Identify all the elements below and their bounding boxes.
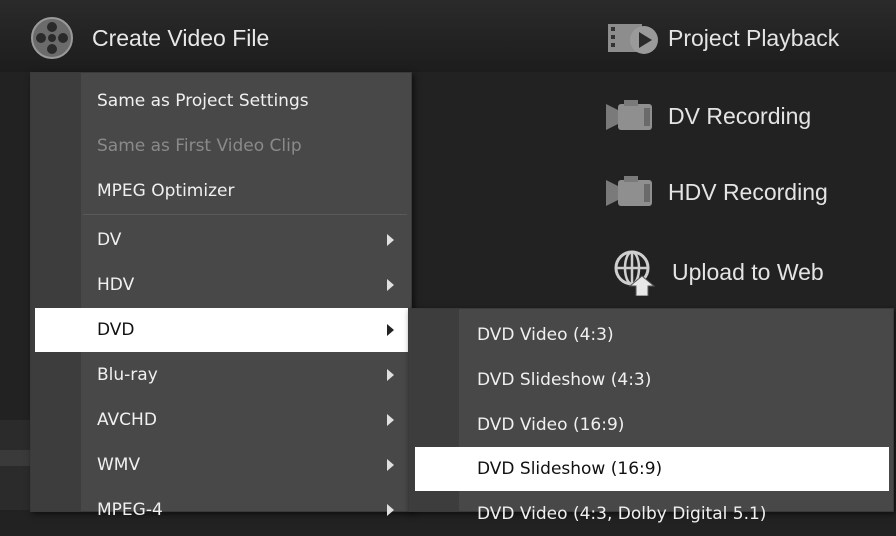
create-video-file-label: Create Video File (92, 24, 270, 51)
upload-to-web-label: Upload to Web (672, 258, 824, 285)
menu-item-label: WMV (97, 455, 141, 475)
submenu-item-dvd-video-4-3[interactable]: DVD Video (4:3) (409, 313, 893, 357)
submenu-item-dvd-slideshow-4-3[interactable]: DVD Slideshow (4:3) (409, 358, 893, 402)
playback-icon (608, 24, 658, 54)
create-video-file-menu: Same as Project Settings Same as First V… (30, 72, 412, 520)
film-reel-icon (31, 17, 73, 59)
submenu-arrow-icon (387, 369, 394, 381)
submenu-item-label: DVD Video (16:9) (477, 415, 625, 435)
submenu-arrow-icon (387, 504, 394, 516)
menu-item-label: Same as Project Settings (97, 91, 309, 111)
menu-item-wmv[interactable]: WMV (31, 443, 411, 487)
create-video-file-button[interactable]: Create Video File (30, 10, 350, 66)
menu-item-label: Same as First Video Clip (97, 136, 302, 156)
submenu-item-dvd-slideshow-16-9[interactable]: DVD Slideshow (16:9) (415, 447, 889, 491)
hdv-recording-label: HDV Recording (668, 178, 828, 205)
dv-recording-label: DV Recording (668, 102, 812, 129)
hdv-recording-button[interactable]: HDV Recording (604, 172, 828, 212)
menu-item-dvd[interactable]: DVD (35, 308, 411, 352)
dvd-submenu: DVD Video (4:3) DVD Slideshow (4:3) DVD … (408, 308, 894, 524)
camcorder-icon (606, 176, 652, 206)
submenu-item-label: DVD Video (4:3) (477, 325, 614, 345)
menu-item-label: MPEG-4 (97, 500, 163, 520)
menu-item-label: DVD (97, 320, 135, 340)
dv-recording-button[interactable]: DV Recording (604, 96, 811, 136)
submenu-arrow-icon (387, 279, 394, 291)
submenu-item-label: DVD Slideshow (4:3) (477, 370, 652, 390)
submenu-item-dvd-video-16-9[interactable]: DVD Video (16:9) (409, 403, 893, 447)
menu-item-label: Blu-ray (97, 365, 158, 385)
menu-item-hdv[interactable]: HDV (31, 263, 411, 307)
submenu-arrow-icon (387, 459, 394, 471)
submenu-item-label: DVD Slideshow (16:9) (477, 459, 663, 479)
menu-item-avchd[interactable]: AVCHD (31, 398, 411, 442)
submenu-arrow-icon (387, 324, 394, 336)
camcorder-icon (606, 100, 652, 130)
menu-item-label: AVCHD (97, 410, 157, 430)
submenu-item-label: DVD Video (4:3, Dolby Digital 5.1) (477, 504, 767, 524)
globe-upload-icon (614, 250, 656, 296)
submenu-item-dvd-video-4-3-dolby[interactable]: DVD Video (4:3, Dolby Digital 5.1) (409, 492, 893, 536)
menu-item-same-as-first-video-clip: Same as First Video Clip (31, 124, 411, 168)
menu-item-same-as-project-settings[interactable]: Same as Project Settings (31, 79, 411, 123)
menu-item-label: DV (97, 230, 122, 250)
menu-item-mpeg-4[interactable]: MPEG-4 (31, 488, 411, 532)
menu-item-label: MPEG Optimizer (97, 181, 235, 201)
submenu-arrow-icon (387, 414, 394, 426)
menu-item-mpeg-optimizer[interactable]: MPEG Optimizer (31, 169, 411, 213)
menu-item-label: HDV (97, 275, 135, 295)
menu-item-blu-ray[interactable]: Blu-ray (31, 353, 411, 397)
menu-item-dv[interactable]: DV (31, 218, 411, 262)
project-playback-label: Project Playback (668, 24, 840, 51)
upload-to-web-button[interactable]: Upload to Web (608, 248, 824, 296)
submenu-arrow-icon (387, 234, 394, 246)
project-playback-button[interactable]: Project Playback (604, 18, 839, 58)
menu-separator (83, 214, 407, 215)
